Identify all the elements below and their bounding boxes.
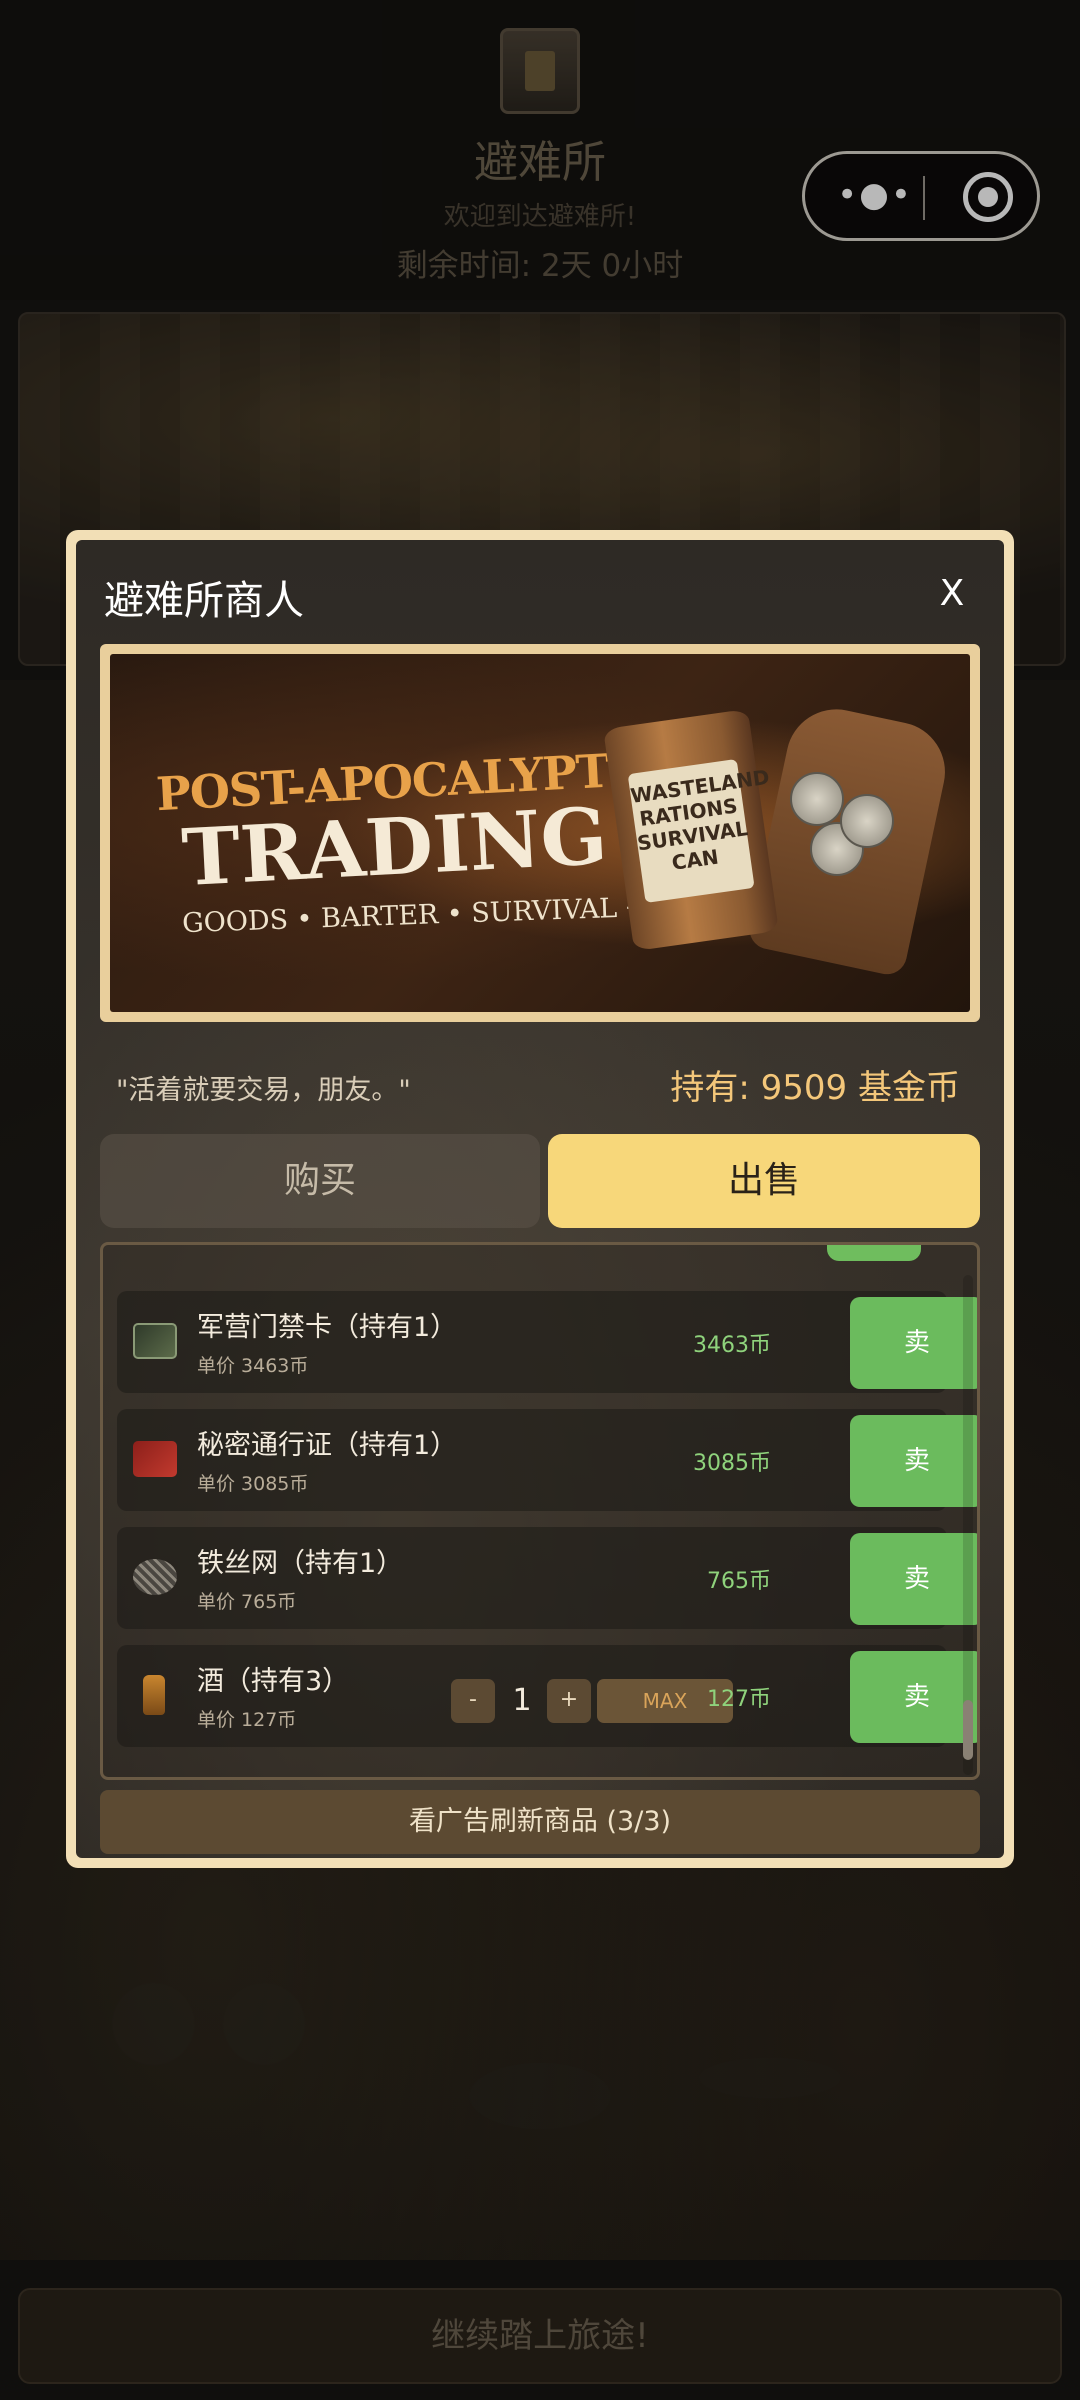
- merchant-modal-body: 避难所商人 X POST-APOCALYPTIC TRADING GOODS •…: [76, 540, 1004, 1858]
- quantity-decrease-button[interactable]: -: [451, 1679, 495, 1723]
- can-label: WASTELAND RATIONS SURVIVAL CAN: [627, 758, 771, 904]
- close-button[interactable]: X: [924, 566, 980, 622]
- item-name: 秘密通行证（持有1）: [197, 1430, 458, 1461]
- sell-button[interactable]: 卖: [850, 1533, 977, 1625]
- coin-balance: 持有: 9509 基金币: [670, 1068, 960, 1108]
- item-name: 军营门禁卡（持有1）: [197, 1312, 458, 1343]
- quantity-value: 1: [512, 1683, 532, 1718]
- pass-icon: [133, 1441, 177, 1477]
- merchant-quote: "活着就要交易，朋友。": [116, 1075, 411, 1106]
- list-item: 酒（持有3） 单价 127币 - 1 + MAX 127币 卖: [117, 1645, 977, 1747]
- sell-button[interactable]: 卖: [850, 1415, 977, 1507]
- tab-buy[interactable]: 购买: [100, 1134, 540, 1228]
- item-total: 765币: [707, 1569, 771, 1594]
- trading-banner: POST-APOCALYPTIC TRADING GOODS • BARTER …: [100, 644, 980, 1022]
- partial-sell-button: [827, 1245, 921, 1261]
- item-unit-price: 单价 765币: [197, 1591, 297, 1613]
- item-total: 127币: [707, 1687, 771, 1712]
- item-unit-price: 单价 3463币: [197, 1355, 309, 1377]
- ad-refresh-button[interactable]: 看广告刷新商品 (3/3): [100, 1790, 980, 1854]
- quantity-increase-button[interactable]: +: [547, 1679, 591, 1723]
- ration-can-illustration: WASTELAND RATIONS SURVIVAL CAN: [603, 708, 779, 952]
- sell-item-list[interactable]: 军营门禁卡（持有1） 单价 3463币 3463币 卖 秘密通行证（持有1） 单…: [100, 1242, 980, 1780]
- trade-tabs: 购买 出售: [100, 1134, 980, 1228]
- sell-button[interactable]: 卖: [850, 1651, 977, 1743]
- item-total: 3463币: [693, 1333, 771, 1358]
- coin-icon: [790, 772, 844, 826]
- list-item: 秘密通行证（持有1） 单价 3085币 3085币 卖: [117, 1409, 977, 1511]
- keycard-icon: [133, 1323, 177, 1359]
- item-unit-price: 单价 127币: [197, 1709, 297, 1731]
- list-item: 铁丝网（持有1） 单价 765币 765币 卖: [117, 1527, 977, 1629]
- merchant-modal: 避难所商人 X POST-APOCALYPTIC TRADING GOODS •…: [66, 530, 1014, 1868]
- item-name: 铁丝网（持有1）: [197, 1548, 404, 1579]
- coin-icon: [840, 794, 894, 848]
- item-name: 酒（持有3）: [197, 1666, 350, 1697]
- item-total: 3085币: [693, 1451, 771, 1476]
- trading-banner-art: POST-APOCALYPTIC TRADING GOODS • BARTER …: [110, 654, 970, 1012]
- scrollbar-thumb[interactable]: [963, 1700, 973, 1760]
- tab-sell[interactable]: 出售: [548, 1134, 980, 1228]
- barbed-wire-icon: [133, 1559, 177, 1595]
- modal-title: 避难所商人: [104, 578, 304, 624]
- item-unit-price: 单价 3085币: [197, 1473, 309, 1495]
- liquor-bottle-icon: [143, 1675, 165, 1715]
- sell-button[interactable]: 卖: [850, 1297, 977, 1389]
- list-item: 军营门禁卡（持有1） 单价 3463币 3463币 卖: [117, 1291, 977, 1393]
